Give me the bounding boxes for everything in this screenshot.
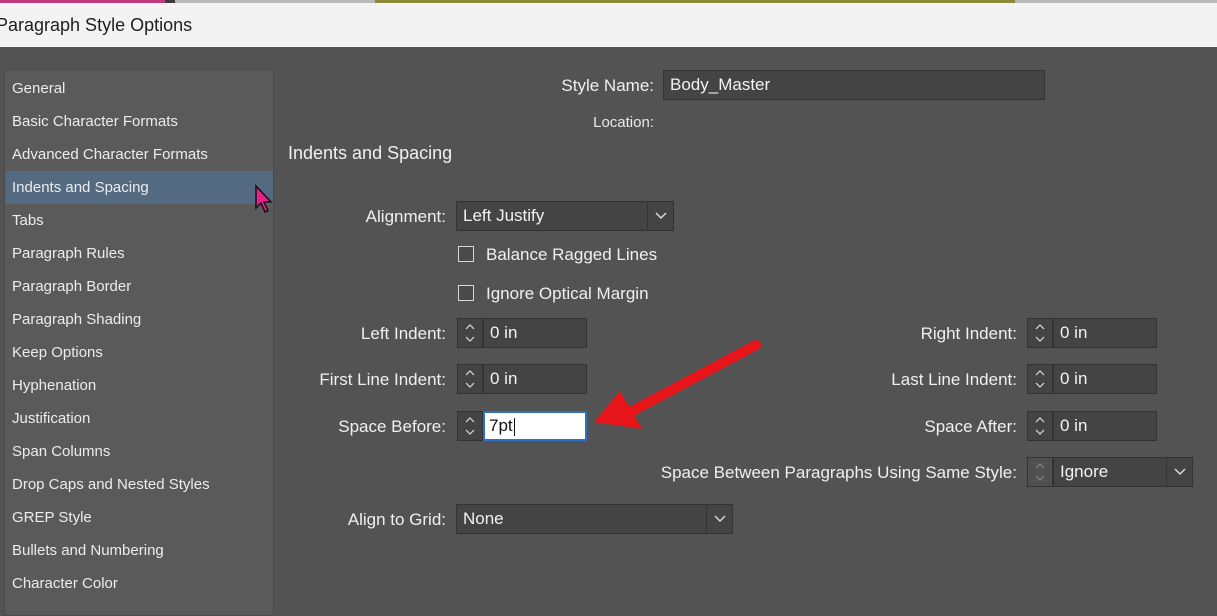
sidebar-item-advanced-character-formats[interactable]: Advanced Character Formats (5, 138, 273, 171)
sidebar-item-hyphenation[interactable]: Hyphenation (5, 369, 273, 402)
space-before-value: 7pt (489, 416, 513, 435)
chevron-down-icon[interactable] (706, 505, 732, 533)
alignment-dropdown[interactable]: Left Justify (456, 201, 674, 231)
alignment-label: Alignment: (365, 207, 446, 226)
sidebar-item-general[interactable]: General (5, 72, 273, 105)
category-list: General Basic Character Formats Advanced… (4, 69, 274, 616)
sidebar-item-drop-caps[interactable]: Drop Caps and Nested Styles (5, 468, 273, 501)
chevron-down-icon[interactable] (1166, 458, 1192, 486)
text-caret (513, 417, 515, 436)
space-before-stepper[interactable] (457, 411, 483, 441)
space-before-label: Space Before: (338, 417, 446, 436)
right-indent-stepper[interactable] (1027, 318, 1053, 348)
sidebar-item-justification[interactable]: Justification (5, 402, 273, 435)
right-indent-input[interactable]: 0 in (1053, 318, 1157, 348)
first-line-indent-stepper[interactable] (457, 364, 483, 394)
first-line-indent-input[interactable]: 0 in (483, 364, 587, 394)
alignment-value: Left Justify (463, 206, 545, 225)
space-after-input[interactable]: 0 in (1053, 411, 1157, 441)
last-line-indent-input[interactable]: 0 in (1053, 364, 1157, 394)
balance-ragged-lines-checkbox[interactable] (458, 246, 474, 262)
last-line-indent-stepper[interactable] (1027, 364, 1053, 394)
mouse-pointer-icon (255, 184, 273, 214)
last-line-indent-label: Last Line Indent: (891, 370, 1017, 389)
sidebar-item-paragraph-rules[interactable]: Paragraph Rules (5, 237, 273, 270)
sidebar-item-character-color[interactable]: Character Color (5, 567, 273, 600)
sidebar-item-tabs[interactable]: Tabs (5, 204, 273, 237)
right-indent-label: Right Indent: (920, 324, 1017, 343)
space-between-label: Space Between Paragraphs Using Same Styl… (660, 463, 1017, 482)
left-indent-label: Left Indent: (360, 324, 446, 343)
sidebar-item-paragraph-shading[interactable]: Paragraph Shading (5, 303, 273, 336)
space-before-input[interactable]: 7pt (483, 411, 587, 441)
window-title: Paragraph Style Options (0, 15, 193, 35)
sidebar-item-keep-options[interactable]: Keep Options (5, 336, 273, 369)
align-to-grid-dropdown[interactable]: None (456, 504, 733, 534)
sidebar-item-indents-and-spacing[interactable]: Indents and Spacing (5, 171, 273, 204)
section-title: Indents and Spacing (288, 143, 453, 163)
ignore-optical-margin-label: Ignore Optical Margin (486, 284, 649, 303)
ignore-optical-margin-checkbox[interactable] (458, 285, 474, 301)
chevron-down-icon[interactable] (647, 202, 673, 230)
sidebar-item-bullets-and-numbering[interactable]: Bullets and Numbering (5, 534, 273, 567)
balance-ragged-lines-label: Balance Ragged Lines (486, 245, 658, 264)
title-bar[interactable]: Paragraph Style Options (0, 3, 1217, 47)
first-line-indent-label: First Line Indent: (319, 370, 446, 389)
red-annotation-arrow-icon (594, 340, 761, 429)
align-to-grid-label: Align to Grid: (347, 510, 446, 529)
style-name-label: Style Name: (561, 76, 654, 95)
left-indent-stepper[interactable] (457, 318, 483, 348)
space-between-value: Ignore (1060, 462, 1109, 481)
sidebar-item-basic-character-formats[interactable]: Basic Character Formats (5, 105, 273, 138)
sidebar-item-grep-style[interactable]: GREP Style (5, 501, 273, 534)
space-after-stepper[interactable] (1027, 411, 1053, 441)
space-between-stepper[interactable] (1027, 457, 1053, 487)
sidebar-item-paragraph-border[interactable]: Paragraph Border (5, 270, 273, 303)
align-to-grid-value: None (463, 509, 504, 528)
space-between-dropdown[interactable]: Ignore (1053, 457, 1193, 487)
left-indent-input[interactable]: 0 in (483, 318, 587, 348)
sidebar-item-span-columns[interactable]: Span Columns (5, 435, 273, 468)
style-name-input[interactable]: Body_Master (663, 70, 1045, 100)
location-label: Location: (593, 114, 654, 131)
space-after-label: Space After: (924, 417, 1017, 436)
